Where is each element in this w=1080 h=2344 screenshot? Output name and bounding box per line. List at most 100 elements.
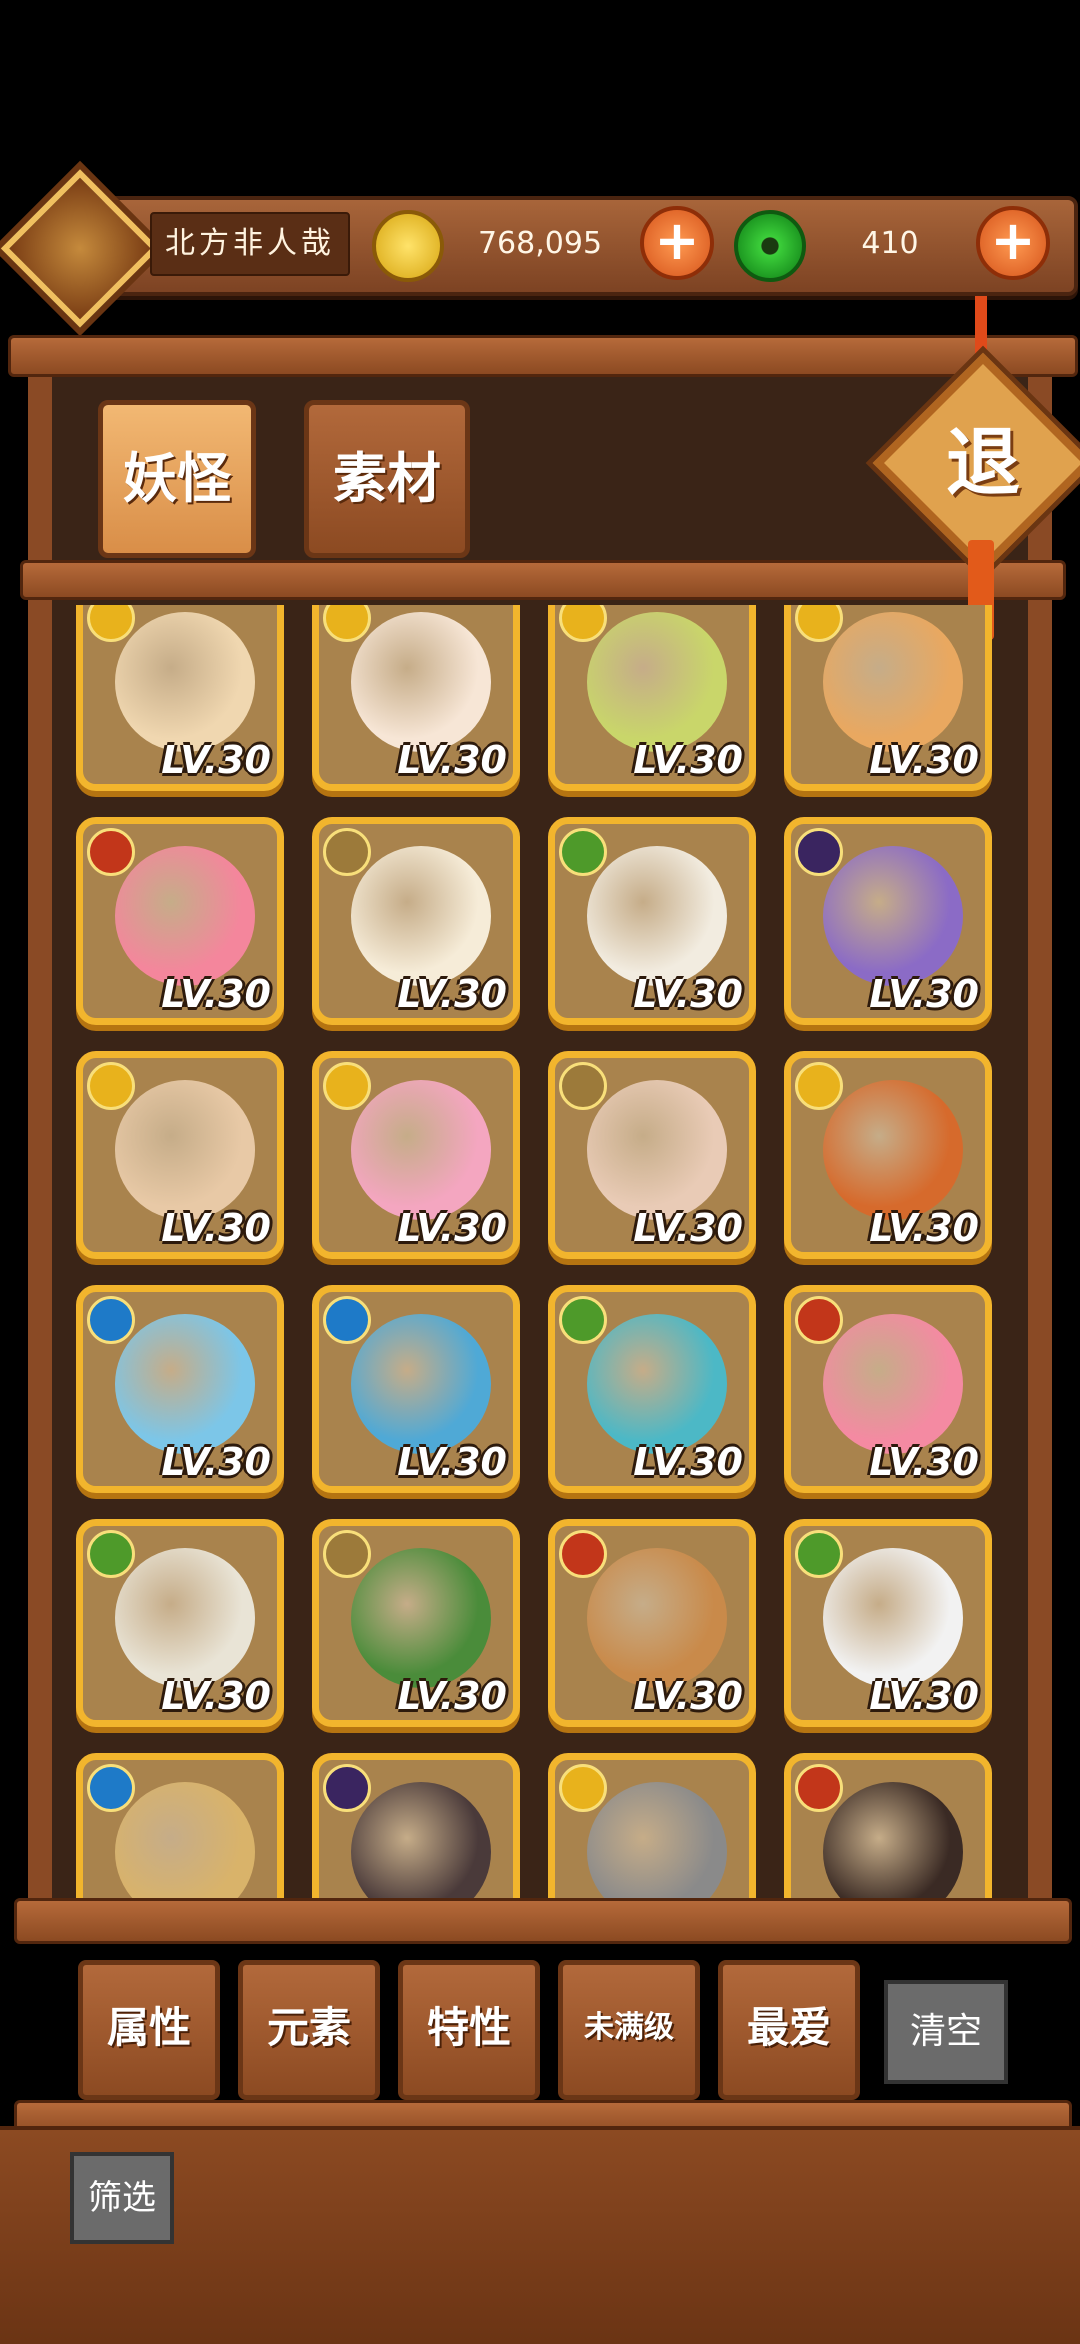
filter-element-button[interactable]: 元素 <box>238 1960 380 2100</box>
monster-card[interactable]: LV.30 <box>76 817 284 1025</box>
tab-monsters[interactable]: 妖怪 <box>98 400 256 558</box>
monster-card[interactable]: LV.30 <box>784 1051 992 1259</box>
monster-level: LV.30 <box>397 1440 507 1484</box>
filter-favorite-button[interactable]: 最爱 <box>718 1960 860 2100</box>
monster-level: LV.30 <box>161 972 271 1016</box>
monster-card[interactable]: LV.30 <box>312 817 520 1025</box>
monster-portrait <box>351 846 491 986</box>
filter-beam <box>14 1898 1072 1944</box>
monster-card[interactable]: LV.30 <box>548 1519 756 1727</box>
monster-card[interactable]: LV.30 <box>548 1051 756 1259</box>
light-element-icon <box>559 1764 607 1812</box>
monster-card[interactable]: LV.30 <box>312 605 520 791</box>
monster-portrait <box>115 846 255 986</box>
monster-card[interactable]: LV.30 <box>76 1753 284 1905</box>
tab-materials[interactable]: 素材 <box>304 400 470 558</box>
wood-element-icon <box>795 1530 843 1578</box>
light-element-icon <box>87 605 135 642</box>
player-name: 北方非人哉 <box>150 212 350 276</box>
monster-portrait <box>823 612 963 752</box>
monster-level: LV.30 <box>161 1674 271 1718</box>
monster-card[interactable]: LV.30 <box>784 1753 992 1905</box>
gold-amount: 768,095 <box>477 226 603 261</box>
monster-level: LV.30 <box>633 738 743 782</box>
monster-level: LV.30 <box>161 1206 271 1250</box>
monster-card[interactable]: LV.30 <box>784 1285 992 1493</box>
exit-button[interactable]: 退 <box>905 385 1061 541</box>
monster-portrait <box>351 612 491 752</box>
earth-element-icon <box>559 1062 607 1110</box>
filter-trait-button[interactable]: 特性 <box>398 1960 540 2100</box>
monster-portrait <box>115 1782 255 1905</box>
monster-card[interactable]: LV.30 <box>784 1519 992 1727</box>
monster-card[interactable]: LV.30 <box>548 1753 756 1905</box>
monster-card[interactable]: LV.30 <box>548 817 756 1025</box>
monster-card[interactable]: LV.30 <box>784 817 992 1025</box>
monster-card[interactable]: LV.30 <box>312 1051 520 1259</box>
monster-level: LV.30 <box>869 972 979 1016</box>
monster-card[interactable]: LV.30 <box>76 605 284 791</box>
dark-element-icon <box>795 828 843 876</box>
monster-level: LV.30 <box>869 1440 979 1484</box>
monster-portrait <box>823 1782 963 1905</box>
player-avatar-icon <box>0 169 160 328</box>
clear-filters-button[interactable]: 清空 <box>884 1980 1008 2084</box>
filter-not-max-level-button[interactable]: 未满级 <box>558 1960 700 2100</box>
add-gold-button[interactable]: + <box>640 206 714 280</box>
monster-level: LV.30 <box>397 1674 507 1718</box>
wood-element-icon <box>559 828 607 876</box>
monster-portrait <box>115 1314 255 1454</box>
monster-portrait <box>823 1314 963 1454</box>
fire-element-icon <box>795 1764 843 1812</box>
monster-level: LV.30 <box>869 1674 979 1718</box>
monster-portrait <box>115 1080 255 1220</box>
monster-portrait <box>587 846 727 986</box>
monster-portrait <box>115 1548 255 1688</box>
monster-card[interactable]: LV.30 <box>548 605 756 791</box>
monster-portrait <box>351 1314 491 1454</box>
monster-portrait <box>351 1080 491 1220</box>
monster-portrait <box>351 1782 491 1905</box>
monster-card[interactable]: LV.30 <box>312 1753 520 1905</box>
water-element-icon <box>87 1296 135 1344</box>
monster-level: LV.30 <box>633 1206 743 1250</box>
light-element-icon <box>795 605 843 642</box>
monster-level: LV.30 <box>633 972 743 1016</box>
filter-toggle-button[interactable]: 筛选 <box>70 2152 174 2244</box>
monster-level: LV.30 <box>397 972 507 1016</box>
monster-portrait <box>823 1548 963 1688</box>
fire-element-icon <box>87 828 135 876</box>
light-element-icon <box>559 605 607 642</box>
monster-card[interactable]: LV.30 <box>76 1519 284 1727</box>
monster-level: LV.30 <box>633 1440 743 1484</box>
monster-portrait <box>351 1548 491 1688</box>
light-element-icon <box>323 1062 371 1110</box>
fire-element-icon <box>559 1530 607 1578</box>
monster-level: LV.30 <box>869 1206 979 1250</box>
dark-element-icon <box>323 1764 371 1812</box>
monster-portrait <box>823 1080 963 1220</box>
wood-element-icon <box>559 1296 607 1344</box>
monster-portrait <box>587 1782 727 1905</box>
light-element-icon <box>323 605 371 642</box>
jade-gem-icon <box>734 210 806 282</box>
light-element-icon <box>795 1062 843 1110</box>
monster-card[interactable]: LV.30 <box>312 1519 520 1727</box>
monster-portrait <box>587 1548 727 1688</box>
filter-attribute-button[interactable]: 属性 <box>78 1960 220 2100</box>
gem-amount: 410 <box>861 226 919 261</box>
monster-grid: LV.30 LV.30 LV.30 LV.30 LV.30 LV.30 LV.30 LV.30… <box>60 605 1020 1905</box>
monster-card[interactable]: LV.30 <box>76 1051 284 1259</box>
monster-card[interactable]: LV.30 <box>76 1285 284 1493</box>
monster-card[interactable]: LV.30 <box>548 1285 756 1493</box>
earth-element-icon <box>323 1530 371 1578</box>
mid-beam <box>20 560 1066 600</box>
monster-card[interactable]: LV.30 <box>312 1285 520 1493</box>
monster-portrait <box>115 612 255 752</box>
monster-level: LV.30 <box>397 1206 507 1250</box>
add-gems-button[interactable]: + <box>976 206 1050 280</box>
wood-element-icon <box>87 1530 135 1578</box>
monster-card[interactable]: LV.30 <box>784 605 992 791</box>
light-element-icon <box>87 1062 135 1110</box>
monster-portrait <box>587 1314 727 1454</box>
